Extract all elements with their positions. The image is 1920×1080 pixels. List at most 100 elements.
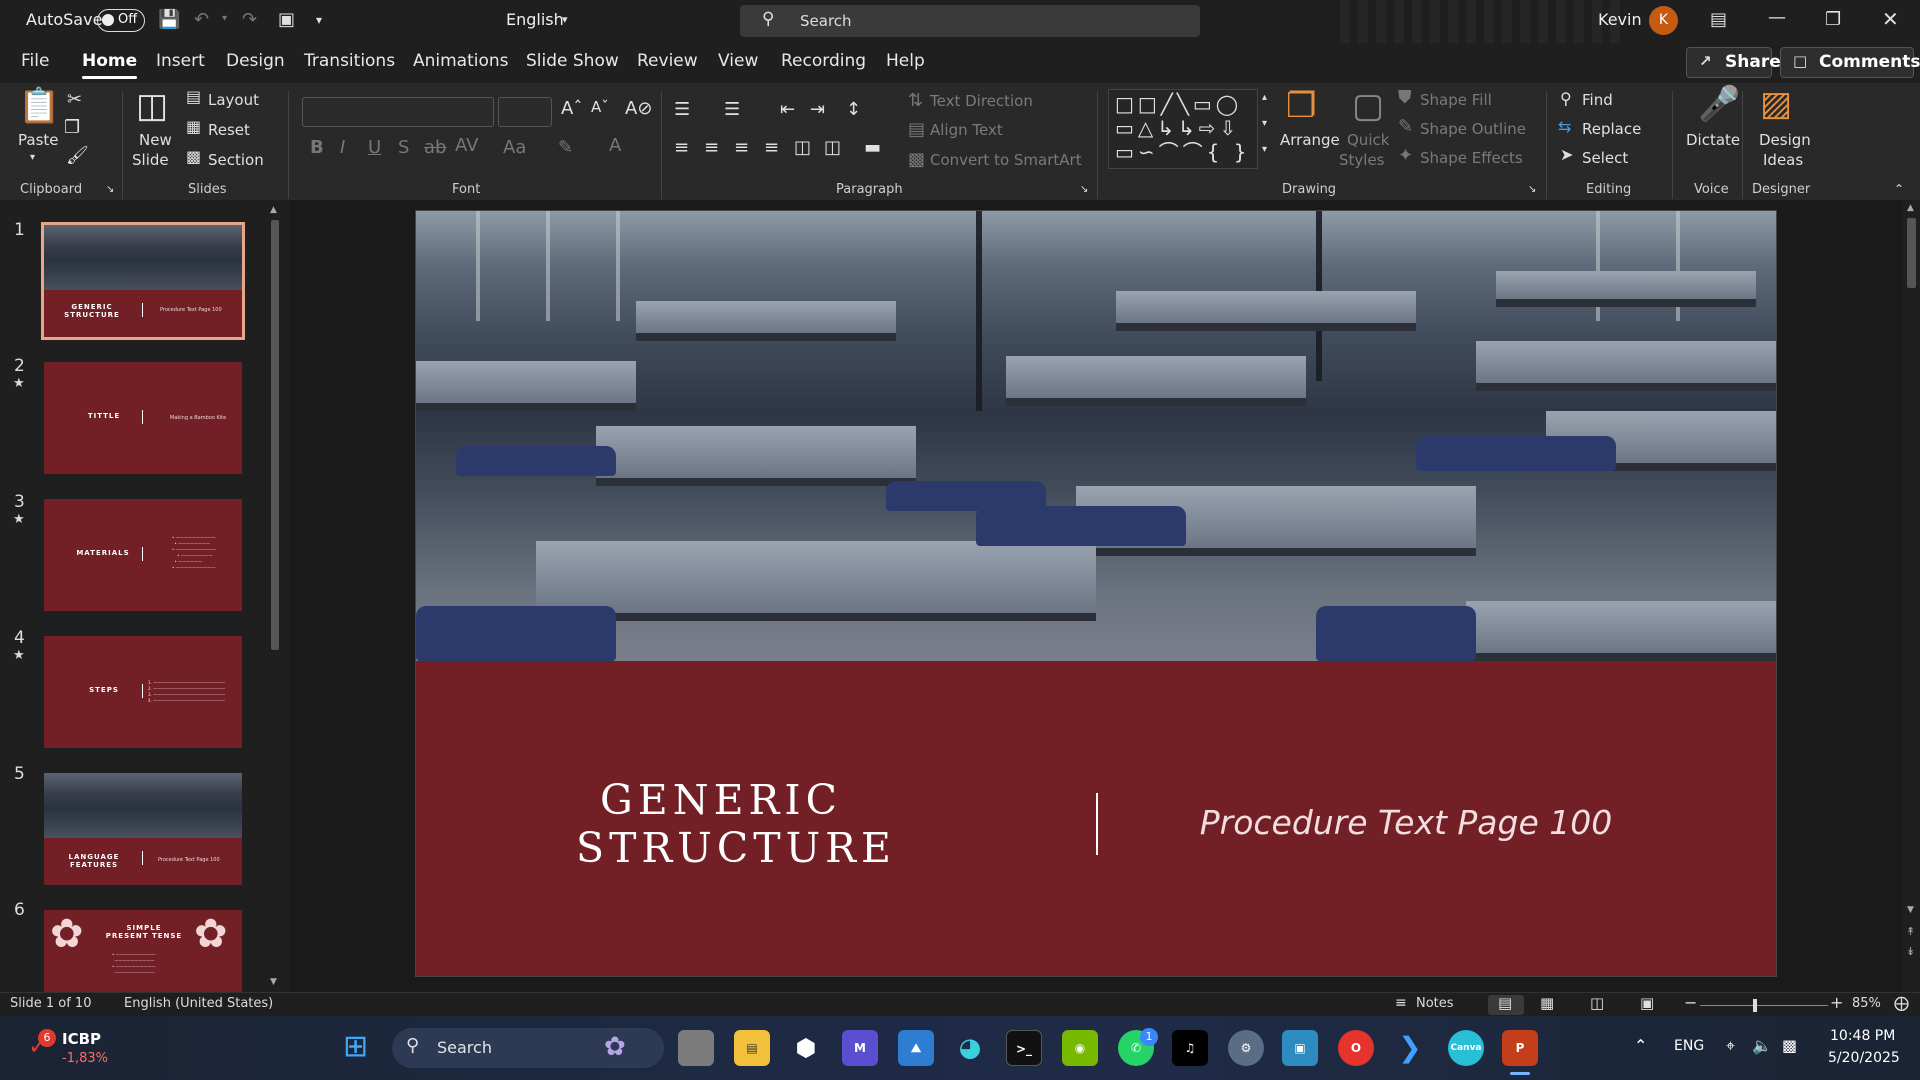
new-slide-icon[interactable]: ◫ [136,89,168,123]
align-left-icon[interactable]: ≡ [674,139,689,157]
slide-sorter-icon[interactable]: ▦ [1540,996,1554,1011]
layout-button[interactable]: Layout [208,91,259,109]
user-name[interactable]: Kevin [1598,10,1642,29]
clock-date[interactable]: 5/20/2025 [1828,1050,1900,1066]
normal-view-button[interactable]: ▤ [1488,995,1524,1015]
microphone-icon[interactable]: 🎤 [1698,87,1740,121]
customize-toolbar-icon[interactable]: ▾ [316,14,322,26]
design-ideas-label-2[interactable]: Ideas [1763,151,1803,169]
input-language[interactable]: ENG [1674,1038,1704,1054]
search-box[interactable]: ⚲ Search [740,5,1200,37]
zoom-in-button[interactable]: + [1830,993,1843,1012]
shape-outline-button[interactable]: Shape Outline [1420,120,1526,138]
columns-split-icon[interactable]: ▬ [864,139,881,157]
current-slide[interactable]: GENERIC STRUCTURE Procedure Text Page 10… [415,210,1777,977]
reset-button[interactable]: Reset [208,121,250,139]
shape-fill-button[interactable]: Shape Fill [1420,91,1492,109]
slide-thumbnail-1[interactable]: GENERIC STRUCTURE Procedure Text Page 10… [41,222,245,340]
shapes-row-3-icon[interactable]: ▭∽⌒⌒{ } [1115,142,1250,162]
design-ideas-icon[interactable]: ▨ [1760,87,1792,121]
canva-icon[interactable]: Canva [1448,1030,1484,1066]
thumbnail-scrollbar[interactable]: ▲ ▼ [268,206,282,990]
columns-icon[interactable]: ◫ [794,139,811,157]
taskbar-search-label[interactable]: Search [437,1038,492,1057]
character-spacing-icon[interactable]: AV [455,137,478,155]
arrange-button[interactable]: Arrange [1280,131,1340,149]
tab-help[interactable]: Help [886,51,925,71]
zoom-slider[interactable] [1700,999,1828,1012]
reading-view-icon[interactable]: ◫ [1590,996,1604,1011]
align-center-icon[interactable]: ≡ [704,139,719,157]
app-hexagon-icon[interactable]: ⬢ [788,1030,824,1066]
dialog-launcher-icon[interactable]: ↘ [1080,185,1088,195]
opera-icon[interactable]: O [1338,1030,1374,1066]
increase-font-icon[interactable]: Aˆ [561,100,582,118]
tab-view[interactable]: View [718,51,758,71]
distributed-icon[interactable]: ◫ [824,139,841,157]
save-icon[interactable]: 💾 [158,11,180,29]
minimize-icon[interactable]: — [1768,9,1786,27]
gallery-up-icon[interactable]: ▴ [1262,93,1267,103]
shape-effects-button[interactable]: Shape Effects [1420,149,1523,167]
cut-icon[interactable]: ✂ [67,91,82,109]
decrease-font-icon[interactable]: Aˇ [591,100,609,115]
zoom-level[interactable]: 85% [1852,996,1881,1011]
justify-icon[interactable]: ≡ [764,139,779,157]
restore-icon[interactable]: ❐ [1825,11,1841,29]
redo-icon[interactable]: ↷ [242,11,257,29]
tiktok-icon[interactable]: ♫ [1172,1030,1208,1066]
autosave-toggle[interactable]: Off [97,9,145,32]
tab-home[interactable]: Home [82,51,138,79]
slide-thumbnail-5[interactable]: LANGUAGE FEATURES Procedure Text Page 10… [44,773,242,885]
paste-button[interactable]: Paste [18,131,59,149]
strikethrough-icon[interactable]: ab [424,139,446,157]
underline-icon[interactable]: U [368,139,381,157]
notes-button[interactable]: Notes [1416,996,1454,1011]
scroll-down-icon[interactable]: ▼ [1907,906,1914,915]
collapse-ribbon-icon[interactable]: ⌃ [1894,183,1904,195]
slide-thumbnail-2[interactable]: TITTLE Making a Bamboo Kite [44,362,242,474]
tab-transitions[interactable]: Transitions [304,51,395,71]
font-name-combo[interactable] [302,97,494,127]
select-button[interactable]: Select [1582,149,1628,167]
gallery-down-icon[interactable]: ▾ [1262,119,1267,129]
text-direction-button[interactable]: Text Direction [930,92,1033,110]
edge-icon[interactable]: ◕ [952,1030,988,1066]
zoom-out-button[interactable]: − [1684,993,1697,1012]
tab-recording[interactable]: Recording [781,51,866,71]
design-ideas-label[interactable]: Design [1759,131,1811,149]
dictate-button[interactable]: Dictate [1686,131,1740,149]
nvidia-icon[interactable]: ◉ [1062,1030,1098,1066]
close-icon[interactable]: ✕ [1882,9,1899,29]
shapes-gallery[interactable]: □□╱╲▭◯ ▭△↳↳⇨⇩ ▭∽⌒⌒{ } [1108,89,1258,169]
powerpoint-icon[interactable]: P [1502,1030,1538,1066]
align-text-button[interactable]: Align Text [930,121,1003,139]
settings-gear-icon[interactable]: ⚙ [1228,1030,1264,1066]
zoom-slider-thumb[interactable] [1753,999,1757,1012]
gallery-more-icon[interactable]: ▾ [1262,145,1267,155]
italic-icon[interactable]: I [340,139,345,157]
language-status[interactable]: English (United States) [124,996,273,1011]
arrange-icon[interactable]: ❐ [1286,89,1316,123]
dialog-launcher-icon[interactable]: ↘ [106,185,114,195]
scroll-up-icon[interactable]: ▲ [270,206,277,215]
find-button[interactable]: Find [1582,91,1613,109]
convert-smartart-button[interactable]: Convert to SmartArt [930,151,1082,169]
windows-start-icon[interactable]: ⊞ [343,1032,368,1062]
present-from-beginning-icon[interactable]: ▣ [278,11,295,29]
format-painter-icon[interactable]: 🖌 [66,147,89,165]
slide-thumbnail-6[interactable]: ✿ ✿ SIMPLE PRESENT TENSE • —————————— ——… [44,910,242,992]
shapes-row-2-icon[interactable]: ▭△↳↳⇨⇩ [1115,118,1240,138]
numbering-icon[interactable]: ☰ [724,101,740,119]
slide-show-icon[interactable]: ▣ [1640,996,1654,1011]
terminal-icon[interactable]: >_ [1006,1030,1042,1066]
align-right-icon[interactable]: ≡ [734,139,749,157]
tab-review[interactable]: Review [637,51,698,71]
undo-dropdown-icon[interactable]: ▾ [222,14,227,24]
new-slide-label[interactable]: New [139,131,172,149]
avatar[interactable]: K [1649,6,1678,35]
fit-slide-icon[interactable]: ⨁ [1894,996,1909,1011]
app-m-icon[interactable]: M [842,1030,878,1066]
section-button[interactable]: Section [208,151,264,169]
tab-insert[interactable]: Insert [156,51,205,71]
